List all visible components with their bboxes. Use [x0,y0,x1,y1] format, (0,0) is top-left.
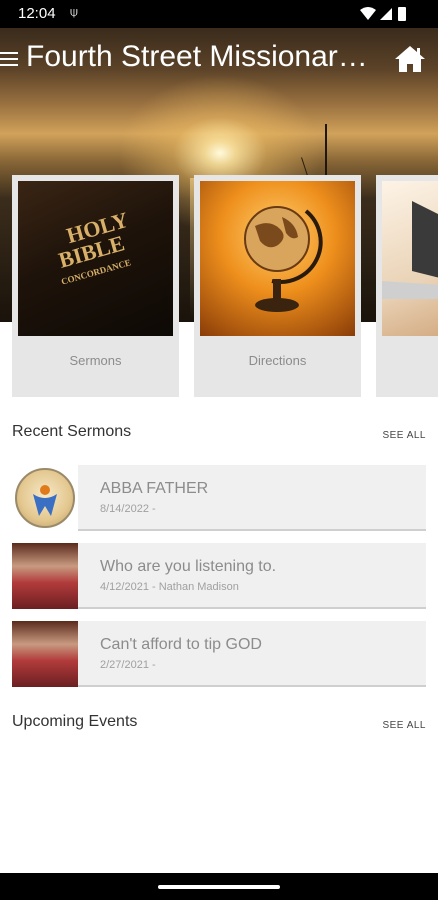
sermon-item-body[interactable]: ABBA FATHER 8/14/2022 - [78,465,426,531]
signal-icon [380,8,392,20]
feature-carousel[interactable]: HOLY BIBLE CONCORDANCE Sermons Direction… [12,175,438,400]
sanctuary-thumbnail [12,543,78,609]
card-live[interactable]: Li [376,175,438,397]
sermon-list-item[interactable]: Can't afford to tip GOD 2/27/2021 - [12,621,426,687]
status-time: 12:04 [18,5,56,22]
laptop-image [382,181,438,336]
card-label-live: Li [376,353,438,368]
upcoming-events-see-all-button[interactable]: SEE ALL [382,720,426,731]
upcoming-events-heading: Upcoming Events [12,713,138,730]
globe-image [200,181,355,336]
system-navigation-bar [0,873,438,900]
laptop-icon [382,201,438,299]
card-sermons[interactable]: HOLY BIBLE CONCORDANCE Sermons [12,175,179,397]
church-logo-thumbnail [12,465,78,531]
sermon-item-body[interactable]: Can't afford to tip GOD 2/27/2021 - [78,621,426,687]
card-directions[interactable]: Directions [194,175,361,397]
app-title: Fourth Street Missionar… [26,40,368,73]
globe-icon [244,206,323,312]
sermon-title: Who are you listening to. [100,558,277,575]
menu-icon[interactable] [0,52,18,66]
sermon-title: Can't afford to tip GOD [100,636,262,653]
sermon-date: 8/14/2022 - [100,503,156,515]
wifi-icon [360,7,376,20]
gesture-handle[interactable] [158,885,280,889]
usb-icon: ⍦ [70,4,78,19]
card-label-directions: Directions [248,353,307,368]
recent-sermons-heading: Recent Sermons [12,423,132,440]
sermon-list-item[interactable]: Who are you listening to. 4/12/2021 - Na… [12,543,426,609]
home-icon[interactable] [394,44,426,74]
church-logo-icon [15,468,75,528]
sermon-date-speaker: 4/12/2021 - Nathan Madison [100,581,239,593]
sermon-date: 2/27/2021 - [100,659,156,671]
recent-sermons-see-all-button[interactable]: SEE ALL [382,430,426,441]
bible-image: HOLY BIBLE CONCORDANCE [18,181,173,336]
sermon-list-item[interactable]: ABBA FATHER 8/14/2022 - [12,465,426,531]
card-label-sermons: Sermons [69,353,122,368]
sermon-item-body[interactable]: Who are you listening to. 4/12/2021 - Na… [78,543,426,609]
battery-icon [398,7,406,21]
sermon-title: ABBA FATHER [100,480,209,497]
sanctuary-thumbnail [12,621,78,687]
status-icons [360,7,406,21]
status-bar: 12:04 ⍦ [0,0,438,28]
